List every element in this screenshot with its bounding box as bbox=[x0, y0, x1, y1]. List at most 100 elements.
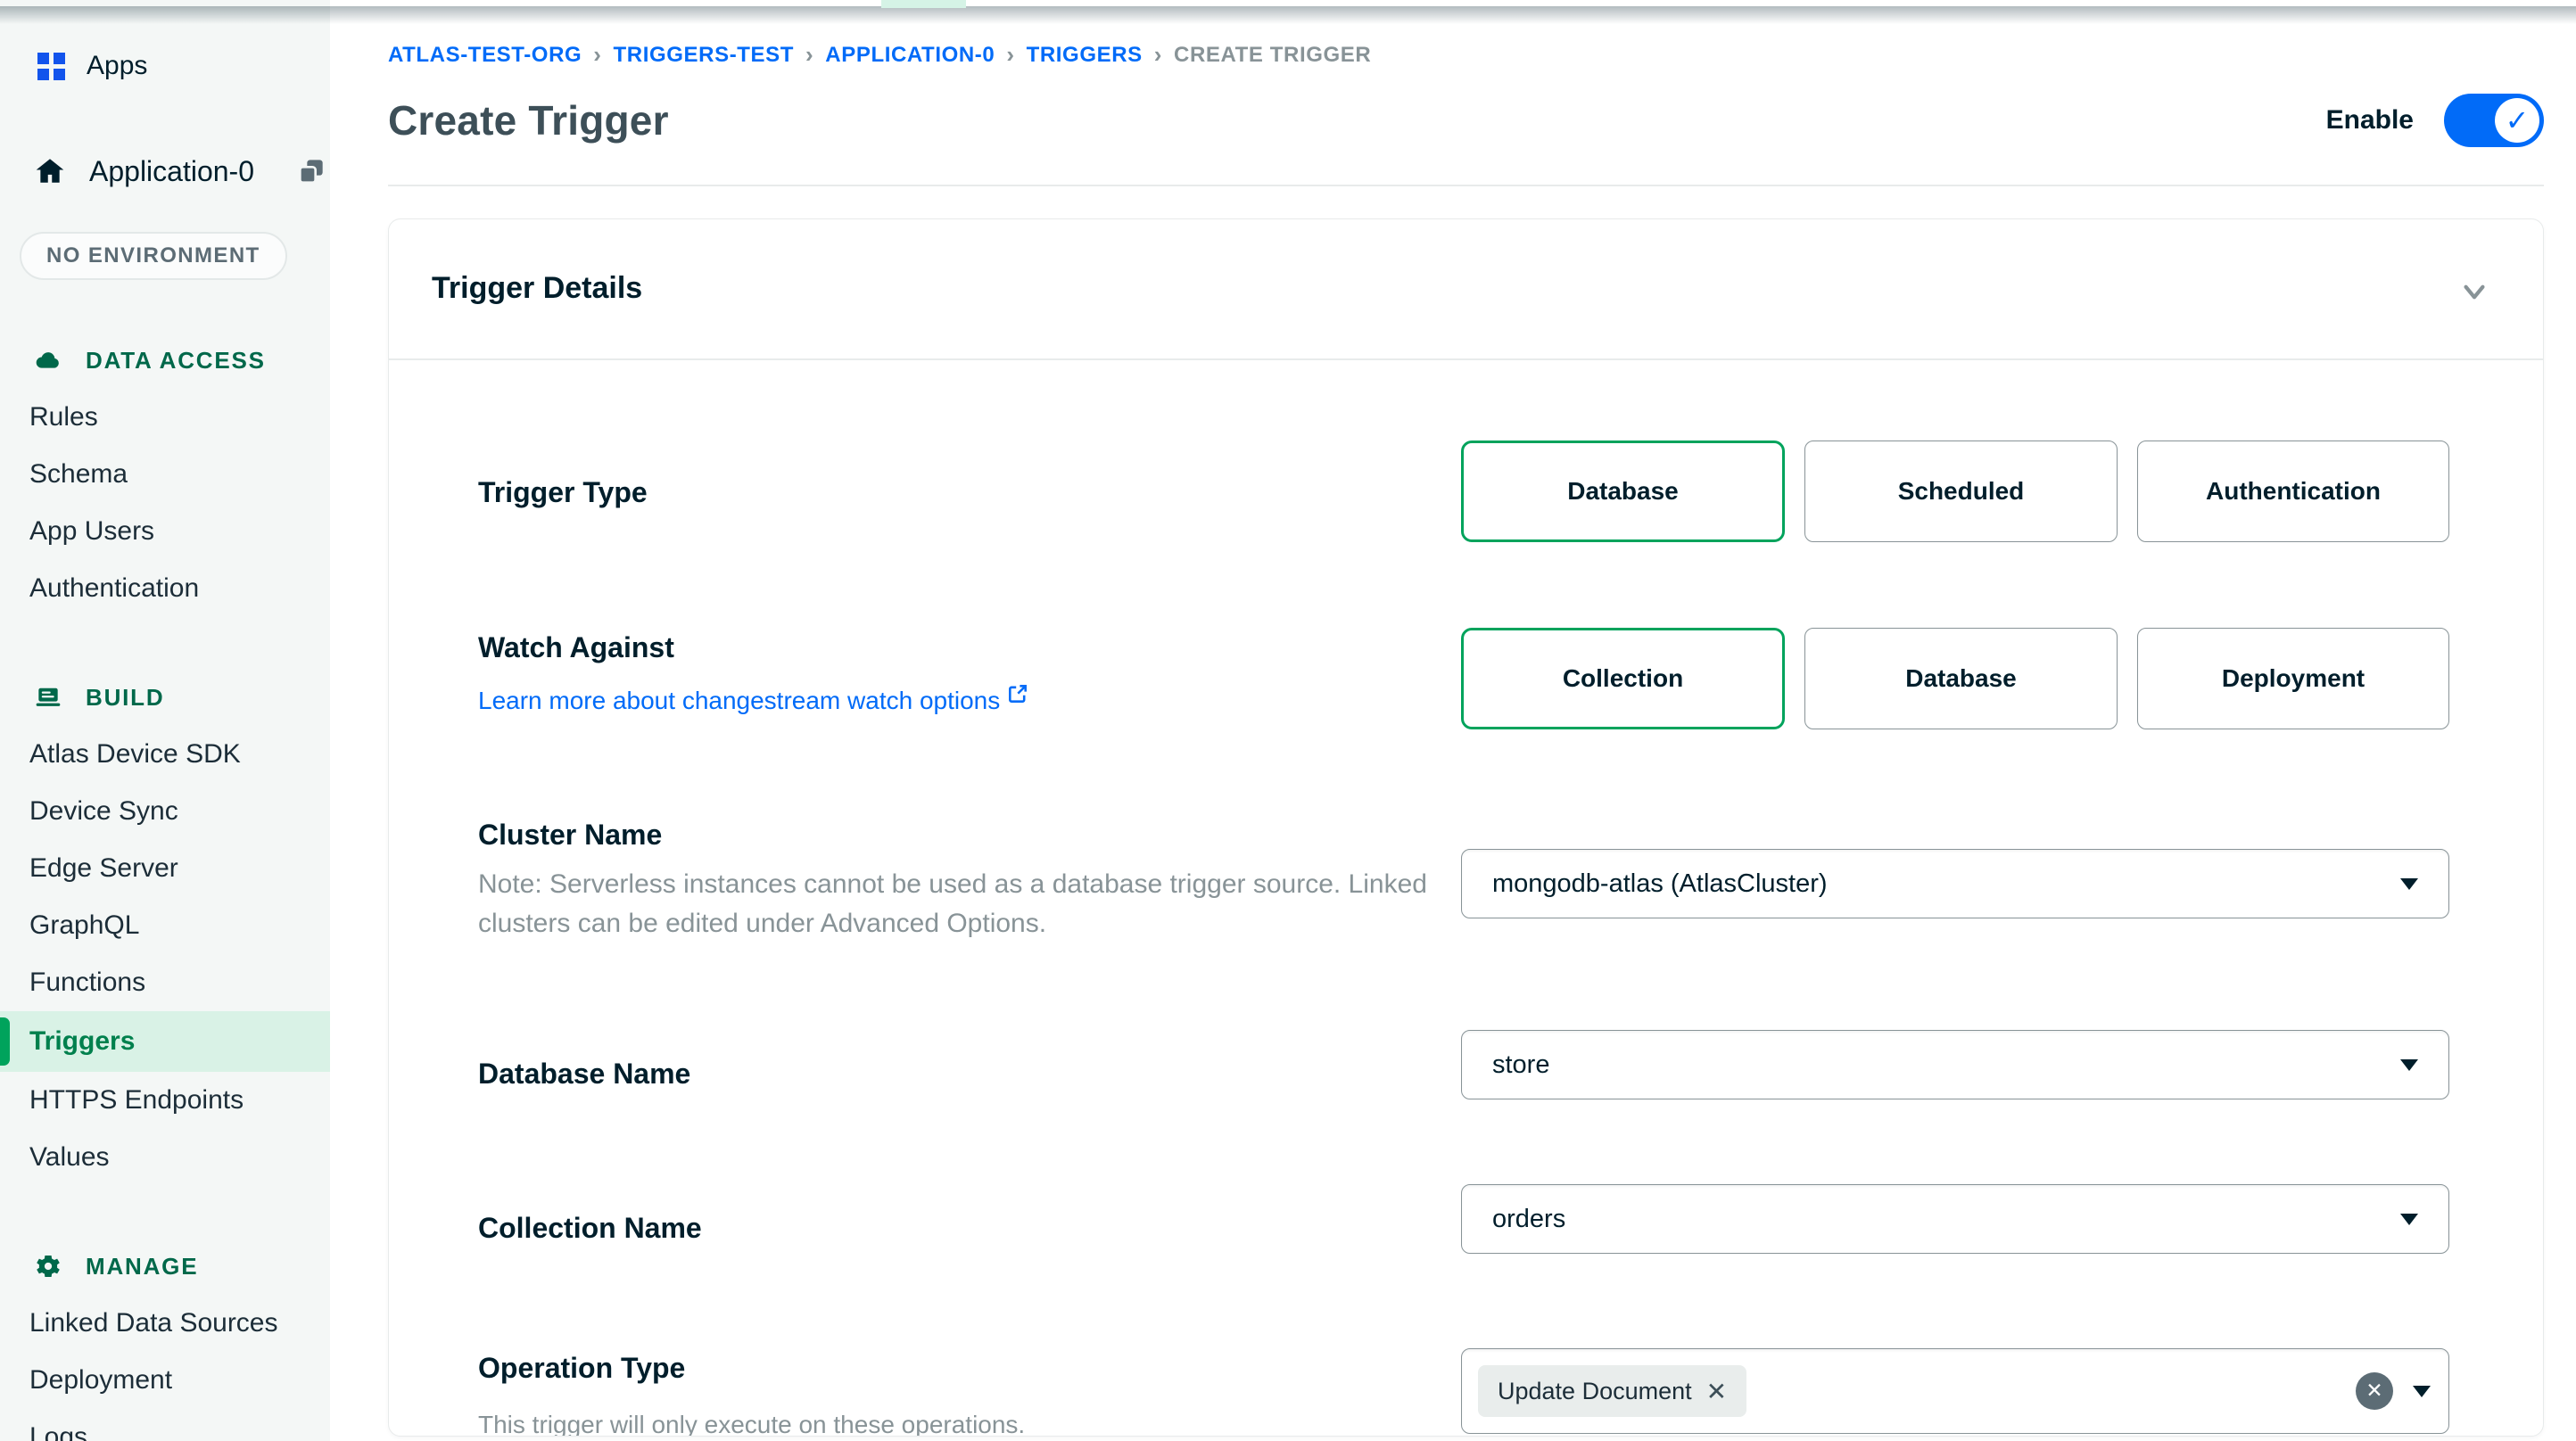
apps-label: Apps bbox=[87, 51, 147, 81]
nav-item-label: HTTPS Endpoints bbox=[29, 1085, 244, 1116]
page-title: Create Trigger bbox=[388, 96, 669, 144]
sidebar-item-authentication[interactable]: Authentication bbox=[0, 560, 330, 617]
sidebar-item-schema[interactable]: Schema bbox=[0, 446, 330, 503]
caret-down-icon bbox=[2400, 878, 2418, 890]
nav-item-label: Device Sync bbox=[29, 796, 178, 827]
nav-item-label: Authentication bbox=[29, 573, 199, 604]
collection-name-label: Collection Name bbox=[478, 1212, 702, 1245]
section-label: BUILD bbox=[86, 684, 164, 712]
operation-type-label: Operation Type bbox=[478, 1352, 685, 1385]
caret-down-icon bbox=[2400, 1214, 2418, 1225]
nav-item-label: Atlas Device SDK bbox=[29, 739, 241, 770]
sidebar-item-logs[interactable]: Logs bbox=[0, 1409, 330, 1441]
watch-against-option-database[interactable]: Database bbox=[1804, 628, 2118, 729]
caret-down-icon bbox=[2413, 1386, 2431, 1397]
breadcrumb-separator: › bbox=[1154, 41, 1162, 69]
sidebar-item-values[interactable]: Values bbox=[0, 1129, 330, 1186]
sidebar: Apps Application-0 NO ENVIRONMENT DATA A… bbox=[0, 0, 330, 1441]
breadcrumb-separator: › bbox=[593, 41, 601, 69]
breadcrumb-separator: › bbox=[1006, 41, 1014, 69]
sidebar-section-build: BUILD Atlas Device SDK Device Sync Edge … bbox=[0, 669, 330, 1186]
main-content: ATLAS-TEST-ORG › TRIGGERS-TEST › APPLICA… bbox=[330, 0, 2576, 1441]
watch-against-options: Collection Database Deployment bbox=[1461, 628, 2449, 729]
operation-chip-update-document[interactable]: Update Document ✕ bbox=[1478, 1365, 1746, 1417]
close-icon[interactable]: ✕ bbox=[1706, 1377, 1727, 1406]
toggle-knob: ✓ bbox=[2495, 98, 2539, 143]
watch-against-option-collection[interactable]: Collection bbox=[1461, 628, 1785, 729]
watch-against-label: Watch Against bbox=[478, 631, 674, 664]
cluster-name-select[interactable]: mongodb-atlas (AtlasCluster) bbox=[1461, 849, 2449, 918]
select-value: mongodb-atlas (AtlasCluster) bbox=[1492, 869, 1828, 899]
card-title: Trigger Details bbox=[432, 271, 642, 306]
nav-item-label: Deployment bbox=[29, 1365, 172, 1396]
sidebar-section-data-access: DATA ACCESS Rules Schema App Users Authe… bbox=[0, 332, 330, 617]
section-label: DATA ACCESS bbox=[86, 347, 266, 375]
operation-type-note: This trigger will only execute on these … bbox=[478, 1405, 1437, 1437]
breadcrumb-separator: › bbox=[805, 41, 813, 69]
clear-all-icon[interactable]: ✕ bbox=[2356, 1372, 2393, 1410]
app-name: Application-0 bbox=[89, 155, 254, 188]
collection-name-select[interactable]: orders bbox=[1461, 1184, 2449, 1254]
breadcrumb-link[interactable]: TRIGGERS-TEST bbox=[614, 43, 794, 68]
select-value: store bbox=[1492, 1050, 1549, 1080]
trigger-type-label: Trigger Type bbox=[478, 476, 648, 509]
home-icon bbox=[34, 155, 66, 187]
copy-icon[interactable] bbox=[297, 157, 326, 185]
card-header-divider bbox=[389, 358, 2543, 360]
operation-type-multiselect[interactable]: Update Document ✕ ✕ bbox=[1461, 1348, 2449, 1434]
chevron-down-icon[interactable] bbox=[2456, 273, 2493, 310]
trigger-type-option-database[interactable]: Database bbox=[1461, 441, 1785, 542]
changestream-docs-link[interactable]: Learn more about changestream watch opti… bbox=[478, 687, 1028, 715]
nav-item-label: GraphQL bbox=[29, 910, 139, 941]
breadcrumb-link[interactable]: TRIGGERS bbox=[1027, 43, 1143, 68]
trigger-type-option-authentication[interactable]: Authentication bbox=[2137, 441, 2449, 542]
nav-item-label: Functions bbox=[29, 968, 145, 998]
trigger-type-option-scheduled[interactable]: Scheduled bbox=[1804, 441, 2118, 542]
gear-icon bbox=[34, 1252, 62, 1280]
header-divider bbox=[388, 185, 2544, 186]
sidebar-item-functions[interactable]: Functions bbox=[0, 954, 330, 1011]
link-label: Learn more about changestream watch opti… bbox=[478, 687, 1000, 715]
enable-toggle[interactable]: ✓ bbox=[2444, 94, 2544, 147]
enable-label: Enable bbox=[2326, 105, 2414, 136]
laptop-icon bbox=[34, 683, 62, 712]
top-banner-fragment bbox=[881, 0, 966, 8]
sidebar-item-device-sync[interactable]: Device Sync bbox=[0, 783, 330, 840]
app-root: Apps Application-0 NO ENVIRONMENT DATA A… bbox=[0, 0, 2576, 1441]
sidebar-item-rules[interactable]: Rules bbox=[0, 389, 330, 446]
cloud-icon bbox=[34, 346, 62, 375]
external-link-icon bbox=[1007, 683, 1028, 704]
nav-item-label: Logs bbox=[29, 1422, 87, 1441]
nav-item-label: Triggers bbox=[29, 1026, 135, 1057]
nav-item-label: Schema bbox=[29, 459, 128, 490]
breadcrumb-link[interactable]: ATLAS-TEST-ORG bbox=[388, 43, 582, 68]
watch-against-option-deployment[interactable]: Deployment bbox=[2137, 628, 2449, 729]
sidebar-item-atlas-device-sdk[interactable]: Atlas Device SDK bbox=[0, 726, 330, 783]
cluster-name-note: Note: Serverless instances cannot be use… bbox=[478, 865, 1437, 943]
sidebar-item-triggers[interactable]: Triggers bbox=[0, 1011, 330, 1072]
environment-badge: NO ENVIRONMENT bbox=[20, 232, 287, 280]
chip-label: Update Document bbox=[1498, 1378, 1692, 1405]
database-name-select[interactable]: store bbox=[1461, 1030, 2449, 1099]
nav-item-label: Linked Data Sources bbox=[29, 1308, 278, 1338]
database-name-label: Database Name bbox=[478, 1058, 690, 1091]
trigger-details-card: Trigger Details Trigger Type Database Sc… bbox=[388, 218, 2544, 1437]
check-icon: ✓ bbox=[2506, 106, 2530, 135]
sidebar-item-app-users[interactable]: App Users bbox=[0, 503, 330, 560]
breadcrumb: ATLAS-TEST-ORG › TRIGGERS-TEST › APPLICA… bbox=[388, 41, 2544, 69]
breadcrumb-current: CREATE TRIGGER bbox=[1174, 43, 1371, 68]
sidebar-item-deployment[interactable]: Deployment bbox=[0, 1352, 330, 1409]
sidebar-item-apps[interactable]: Apps bbox=[0, 37, 330, 95]
sidebar-item-edge-server[interactable]: Edge Server bbox=[0, 840, 330, 897]
sidebar-item-graphql[interactable]: GraphQL bbox=[0, 897, 330, 954]
sidebar-item-linked-data-sources[interactable]: Linked Data Sources bbox=[0, 1295, 330, 1352]
nav-item-label: App Users bbox=[29, 516, 154, 547]
breadcrumb-link[interactable]: APPLICATION-0 bbox=[825, 43, 995, 68]
app-selector[interactable]: Application-0 bbox=[0, 141, 330, 202]
cluster-name-label: Cluster Name bbox=[478, 819, 662, 852]
caret-down-icon bbox=[2400, 1059, 2418, 1071]
sidebar-item-https-endpoints[interactable]: HTTPS Endpoints bbox=[0, 1072, 330, 1129]
trigger-type-options: Database Scheduled Authentication bbox=[1461, 441, 2449, 542]
nav-item-label: Edge Server bbox=[29, 853, 178, 884]
nav-item-label: Values bbox=[29, 1142, 110, 1173]
